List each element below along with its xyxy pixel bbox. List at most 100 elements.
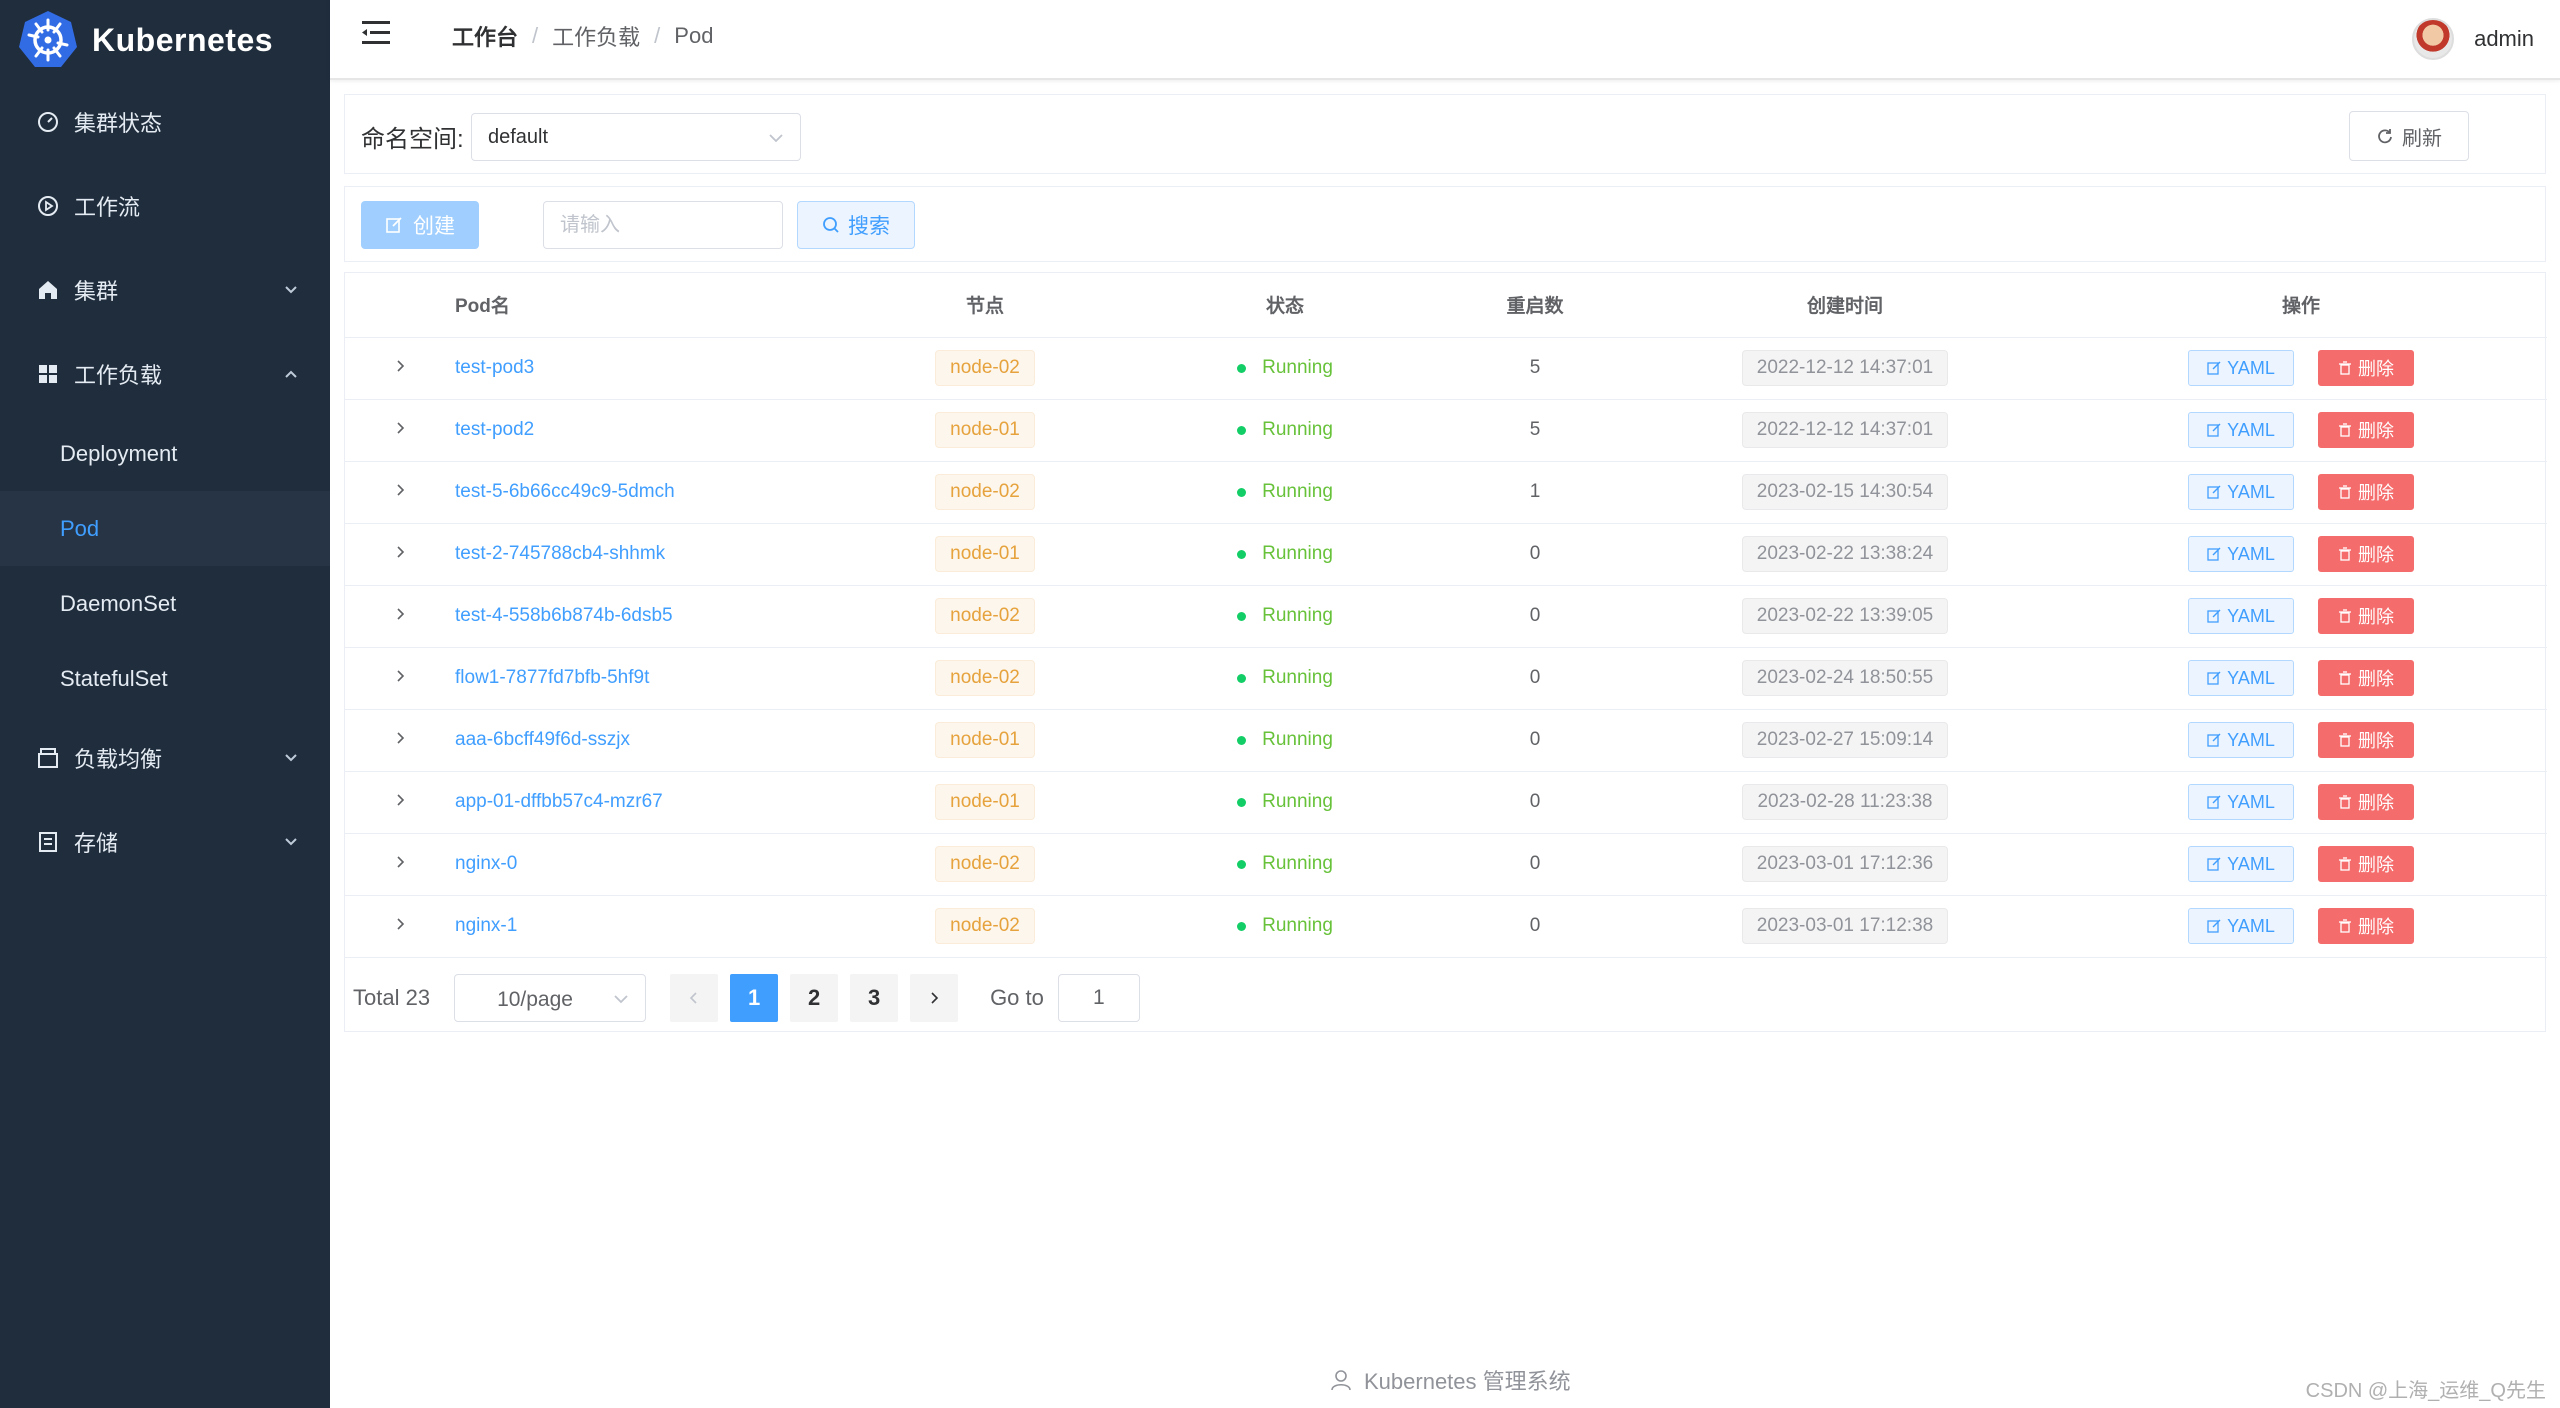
yaml-button[interactable]: YAML bbox=[2188, 846, 2294, 882]
chevron-right-icon[interactable] bbox=[393, 855, 407, 869]
delete-button[interactable]: 删除 bbox=[2318, 350, 2414, 386]
delete-button[interactable]: 删除 bbox=[2318, 908, 2414, 944]
pod-name-link[interactable]: flow1-7877fd7bfb-5hf9t bbox=[455, 667, 649, 688]
page-button-1[interactable]: 1 bbox=[730, 974, 779, 1022]
status-dot-icon bbox=[1237, 797, 1247, 807]
chevron-right-icon[interactable] bbox=[393, 483, 407, 497]
goto-page-input[interactable] bbox=[1057, 974, 1140, 1022]
chevron-right-icon[interactable] bbox=[393, 731, 407, 745]
namespace-select[interactable]: default bbox=[471, 113, 801, 161]
search-input[interactable] bbox=[543, 201, 783, 249]
sidebar-item-load-balancing[interactable]: 负载均衡 bbox=[0, 716, 330, 800]
yaml-button[interactable]: YAML bbox=[2188, 536, 2294, 572]
namespace-label: 命名空间: bbox=[361, 126, 464, 153]
yaml-button[interactable]: YAML bbox=[2188, 474, 2294, 510]
yaml-button-label: YAML bbox=[2227, 729, 2275, 750]
delete-button[interactable]: 删除 bbox=[2318, 660, 2414, 696]
status-badge: Running bbox=[1237, 729, 1333, 751]
yaml-button[interactable]: YAML bbox=[2188, 598, 2294, 634]
pod-name-link[interactable]: test-4-558b6b874b-6dsb5 bbox=[455, 605, 673, 626]
search-button[interactable]: 搜索 bbox=[797, 201, 915, 249]
refresh-button[interactable]: 刷新 bbox=[2349, 111, 2469, 161]
chevron-right-icon bbox=[931, 992, 939, 1004]
page-button-3[interactable]: 3 bbox=[850, 974, 899, 1022]
chevron-right-icon[interactable] bbox=[393, 359, 407, 373]
sidebar-subitem-daemonset[interactable]: DaemonSet bbox=[0, 566, 330, 641]
next-page-button[interactable] bbox=[910, 974, 959, 1022]
yaml-button-label: YAML bbox=[2227, 915, 2275, 936]
page-size-select[interactable]: 10/page bbox=[454, 974, 647, 1022]
pod-name-link[interactable]: nginx-1 bbox=[455, 915, 517, 936]
page-button-2[interactable]: 2 bbox=[790, 974, 839, 1022]
created-time-tag: 2023-02-24 18:50:55 bbox=[1741, 660, 1949, 696]
sidebar-item-storage[interactable]: 存储 bbox=[0, 800, 330, 884]
breadcrumb-item-workbench[interactable]: 工作台 bbox=[452, 20, 518, 52]
delete-button[interactable]: 删除 bbox=[2318, 536, 2414, 572]
created-time-tag: 2022-12-12 14:37:01 bbox=[1741, 412, 1949, 448]
actions-cell: YAML 删除 bbox=[2055, 895, 2547, 958]
actions-cell: YAML 删除 bbox=[2055, 337, 2547, 400]
breadcrumb-item-workloads: 工作负载 bbox=[552, 25, 641, 50]
yaml-button[interactable]: YAML bbox=[2188, 722, 2294, 758]
chevron-right-icon[interactable] bbox=[393, 607, 407, 621]
yaml-button[interactable]: YAML bbox=[2188, 908, 2294, 944]
delete-button[interactable]: 删除 bbox=[2318, 784, 2414, 820]
yaml-button[interactable]: YAML bbox=[2188, 412, 2294, 448]
delete-button[interactable]: 删除 bbox=[2318, 412, 2414, 448]
hamburger-menu-icon[interactable] bbox=[362, 20, 392, 46]
node-cell: node-01 bbox=[835, 771, 1135, 834]
edit-icon bbox=[2207, 361, 2221, 375]
chevron-right-icon[interactable] bbox=[393, 669, 407, 683]
gauge-icon bbox=[36, 110, 60, 134]
delete-button[interactable]: 删除 bbox=[2318, 474, 2414, 510]
chevron-right-icon[interactable] bbox=[393, 917, 407, 931]
sidebar-item-cluster[interactable]: 集群 bbox=[0, 248, 330, 332]
sidebar-subitem-pod[interactable]: Pod bbox=[0, 491, 330, 566]
yaml-button[interactable]: YAML bbox=[2188, 784, 2294, 820]
chevron-right-icon[interactable] bbox=[393, 545, 407, 559]
actions-cell: YAML 删除 bbox=[2055, 585, 2547, 648]
status-badge: Running bbox=[1237, 543, 1333, 565]
table-row: test-pod3 node-02 Running 5 2022-12-12 14:37… bbox=[345, 337, 2547, 400]
pod-name-cell: test-pod2 bbox=[455, 399, 835, 462]
status-dot-icon bbox=[1237, 549, 1247, 559]
pod-name-cell: test-5-6b66cc49c9-5dmch bbox=[455, 461, 835, 524]
pod-name-link[interactable]: test-5-6b66cc49c9-5dmch bbox=[455, 481, 675, 502]
user-menu[interactable]: admin bbox=[2412, 18, 2534, 60]
sidebar-subitem-deployment[interactable]: Deployment bbox=[0, 416, 330, 491]
sidebar-item-workflow[interactable]: 工作流 bbox=[0, 164, 330, 248]
edit-icon bbox=[2207, 795, 2221, 809]
node-tag: node-02 bbox=[935, 350, 1035, 386]
pod-name-link[interactable]: test-pod2 bbox=[455, 419, 534, 440]
trash-icon bbox=[2339, 485, 2351, 499]
prev-page-button[interactable] bbox=[670, 974, 719, 1022]
sidebar-item-workloads[interactable]: 工作负载 bbox=[0, 332, 330, 416]
chevron-right-icon[interactable] bbox=[393, 793, 407, 807]
node-tag: node-02 bbox=[935, 846, 1035, 882]
pod-name-link[interactable]: nginx-0 bbox=[455, 853, 517, 874]
status-badge: Running bbox=[1237, 481, 1333, 503]
status-cell: Running bbox=[1135, 337, 1435, 400]
sidebar-item-cluster-status[interactable]: 集群状态 bbox=[0, 80, 330, 164]
pod-name-link[interactable]: aaa-6bcff49f6d-sszjx bbox=[455, 729, 630, 750]
pod-name-link[interactable]: test-2-745788cb4-shhmk bbox=[455, 543, 665, 564]
create-button[interactable]: 创建 bbox=[361, 201, 479, 249]
expand-cell bbox=[345, 337, 455, 400]
status-badge: Running bbox=[1237, 853, 1333, 875]
trash-icon bbox=[2339, 919, 2351, 933]
delete-button[interactable]: 删除 bbox=[2318, 722, 2414, 758]
delete-button[interactable]: 删除 bbox=[2318, 846, 2414, 882]
actions-cell: YAML 删除 bbox=[2055, 399, 2547, 462]
restarts-cell: 0 bbox=[1435, 771, 1635, 834]
yaml-button[interactable]: YAML bbox=[2188, 660, 2294, 696]
trash-icon bbox=[2339, 423, 2351, 437]
pod-name-link[interactable]: app-01-dffbb57c4-mzr67 bbox=[455, 791, 663, 812]
pod-name-link[interactable]: test-pod3 bbox=[455, 357, 534, 378]
avatar[interactable] bbox=[2412, 18, 2455, 60]
chevron-right-icon[interactable] bbox=[393, 421, 407, 435]
sidebar-subitem-statefulset[interactable]: StatefulSet bbox=[0, 641, 330, 716]
delete-button[interactable]: 删除 bbox=[2318, 598, 2414, 634]
yaml-button[interactable]: YAML bbox=[2188, 350, 2294, 386]
logo[interactable]: Kubernetes bbox=[0, 0, 330, 80]
status-text: Running bbox=[1262, 357, 1333, 379]
